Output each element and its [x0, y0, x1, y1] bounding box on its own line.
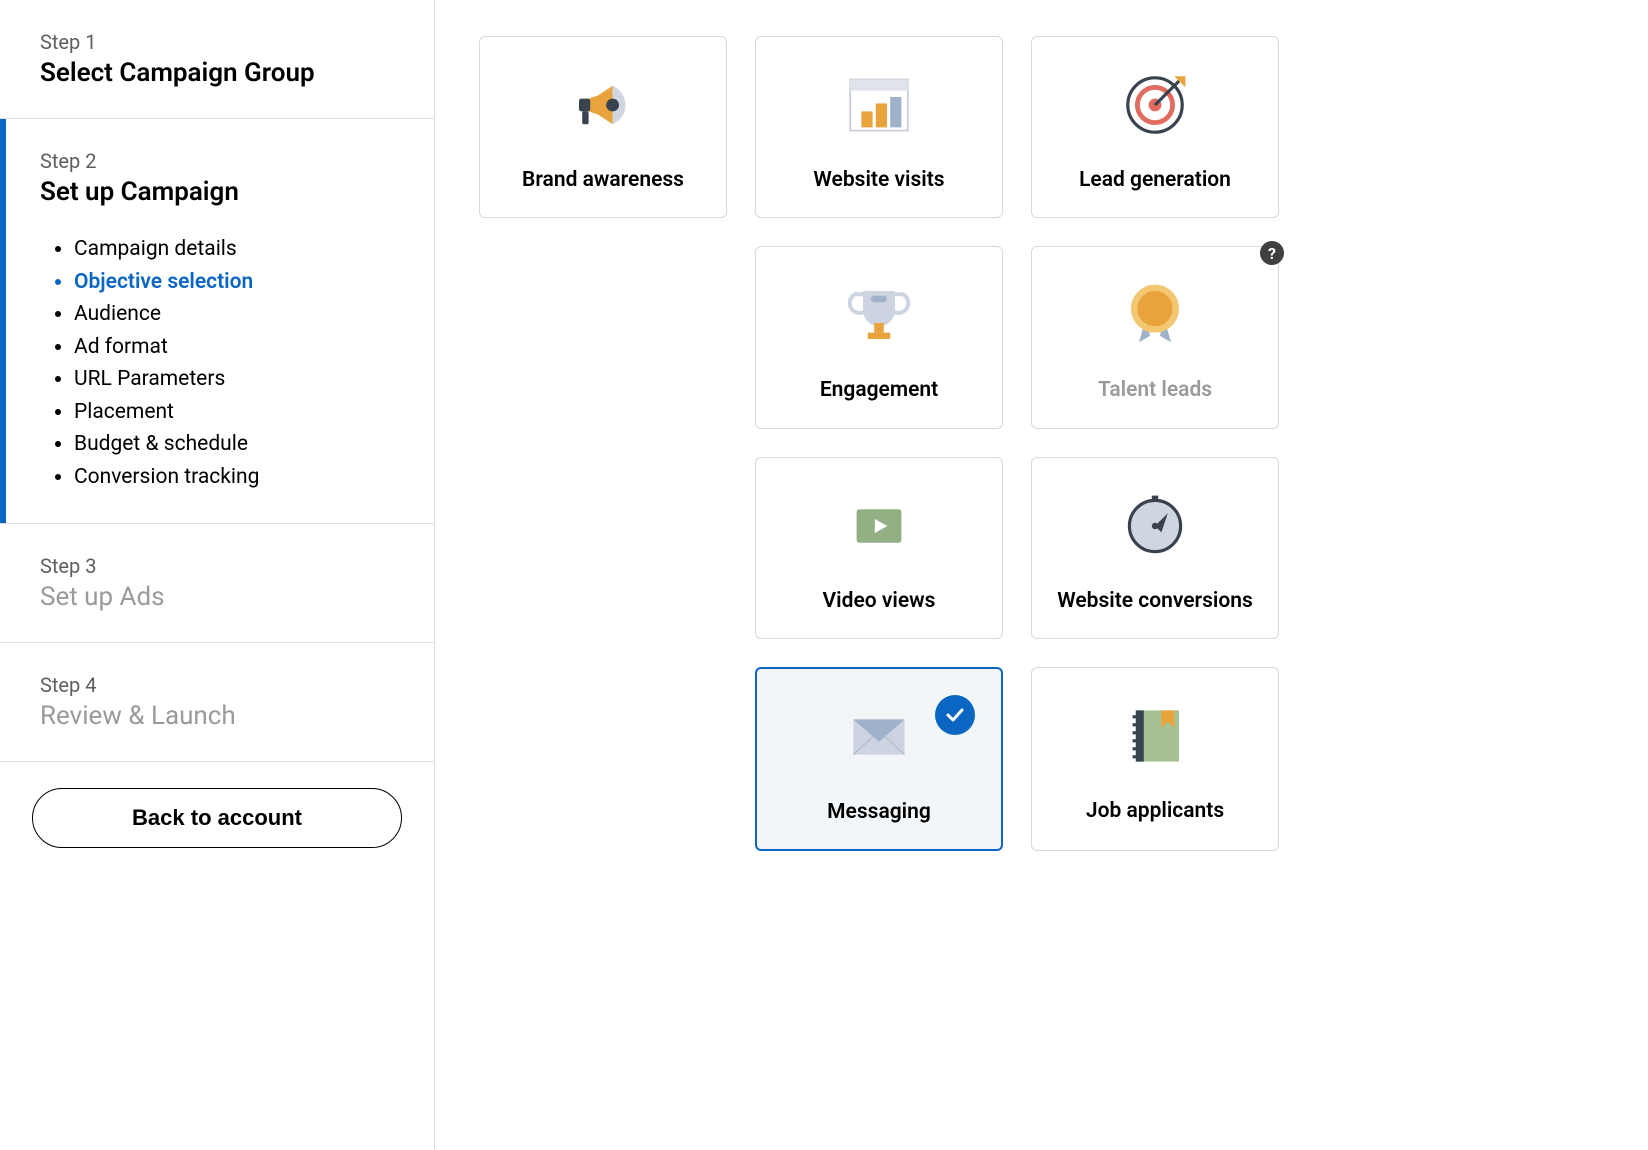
ribbon-medal-icon	[1115, 275, 1195, 355]
objective-label: Lead generation	[1079, 167, 1231, 193]
substep-conversion-tracking[interactable]: Conversion tracking	[74, 461, 394, 494]
substep-url-parameters[interactable]: URL Parameters	[74, 363, 394, 396]
objective-label: Talent leads	[1098, 377, 1212, 403]
objective-grid: Brand awareness Website visits	[479, 36, 1604, 851]
browser-bars-icon	[839, 65, 919, 145]
step-4[interactable]: Step 4 Review & Launch	[0, 643, 434, 762]
target-icon	[1115, 65, 1195, 145]
objective-label: Brand awareness	[522, 167, 684, 193]
step-label: Step 1	[40, 30, 394, 54]
step-1[interactable]: Step 1 Select Campaign Group	[0, 0, 434, 119]
step-title: Set up Campaign	[40, 177, 394, 207]
blank-cell	[479, 457, 727, 639]
notebook-icon	[1115, 696, 1195, 776]
substep-budget-schedule[interactable]: Budget & schedule	[74, 428, 394, 461]
objective-label: Website visits	[813, 167, 944, 193]
objective-panel: Brand awareness Website visits	[435, 0, 1648, 1150]
help-icon[interactable]: ?	[1260, 241, 1284, 265]
envelope-icon	[839, 697, 919, 777]
substep-campaign-details[interactable]: Campaign details	[74, 233, 394, 266]
selected-check-icon	[935, 695, 975, 735]
step-label: Step 2	[40, 149, 394, 173]
objective-brand-awareness[interactable]: Brand awareness	[479, 36, 727, 218]
objective-talent-leads[interactable]: ? Talent leads	[1031, 246, 1279, 428]
objective-website-visits[interactable]: Website visits	[755, 36, 1003, 218]
sidebar-footer: Back to account	[0, 762, 434, 874]
objective-label: Job applicants	[1086, 798, 1224, 824]
step-title: Review & Launch	[40, 701, 394, 731]
wizard-sidebar: Step 1 Select Campaign Group Step 2 Set …	[0, 0, 435, 1150]
objective-label: Messaging	[827, 799, 931, 825]
blank-cell	[479, 246, 727, 428]
objective-lead-generation[interactable]: Lead generation	[1031, 36, 1279, 218]
objective-video-views[interactable]: Video views	[755, 457, 1003, 639]
substep-objective-selection[interactable]: Objective selection	[74, 266, 394, 299]
blank-cell	[479, 667, 727, 851]
objective-job-applicants[interactable]: Job applicants	[1031, 667, 1279, 851]
substeps: Campaign details Objective selection Aud…	[74, 233, 394, 493]
objective-messaging[interactable]: Messaging	[755, 667, 1003, 851]
objective-label: Video views	[823, 588, 936, 614]
substep-audience[interactable]: Audience	[74, 298, 394, 331]
trophy-icon	[839, 275, 919, 355]
objective-website-conversions[interactable]: Website conversions	[1031, 457, 1279, 639]
step-2[interactable]: Step 2 Set up Campaign Campaign details …	[0, 119, 434, 524]
substep-ad-format[interactable]: Ad format	[74, 331, 394, 364]
video-play-icon	[839, 486, 919, 566]
objective-engagement[interactable]: Engagement	[755, 246, 1003, 428]
step-label: Step 3	[40, 554, 394, 578]
objective-label: Engagement	[820, 377, 938, 403]
step-label: Step 4	[40, 673, 394, 697]
substep-placement[interactable]: Placement	[74, 396, 394, 429]
step-title: Set up Ads	[40, 582, 394, 612]
megaphone-icon	[563, 65, 643, 145]
back-to-account-button[interactable]: Back to account	[32, 788, 402, 848]
step-3[interactable]: Step 3 Set up Ads	[0, 524, 434, 643]
step-title: Select Campaign Group	[40, 58, 394, 88]
objective-label: Website conversions	[1057, 588, 1253, 614]
compass-icon	[1115, 486, 1195, 566]
